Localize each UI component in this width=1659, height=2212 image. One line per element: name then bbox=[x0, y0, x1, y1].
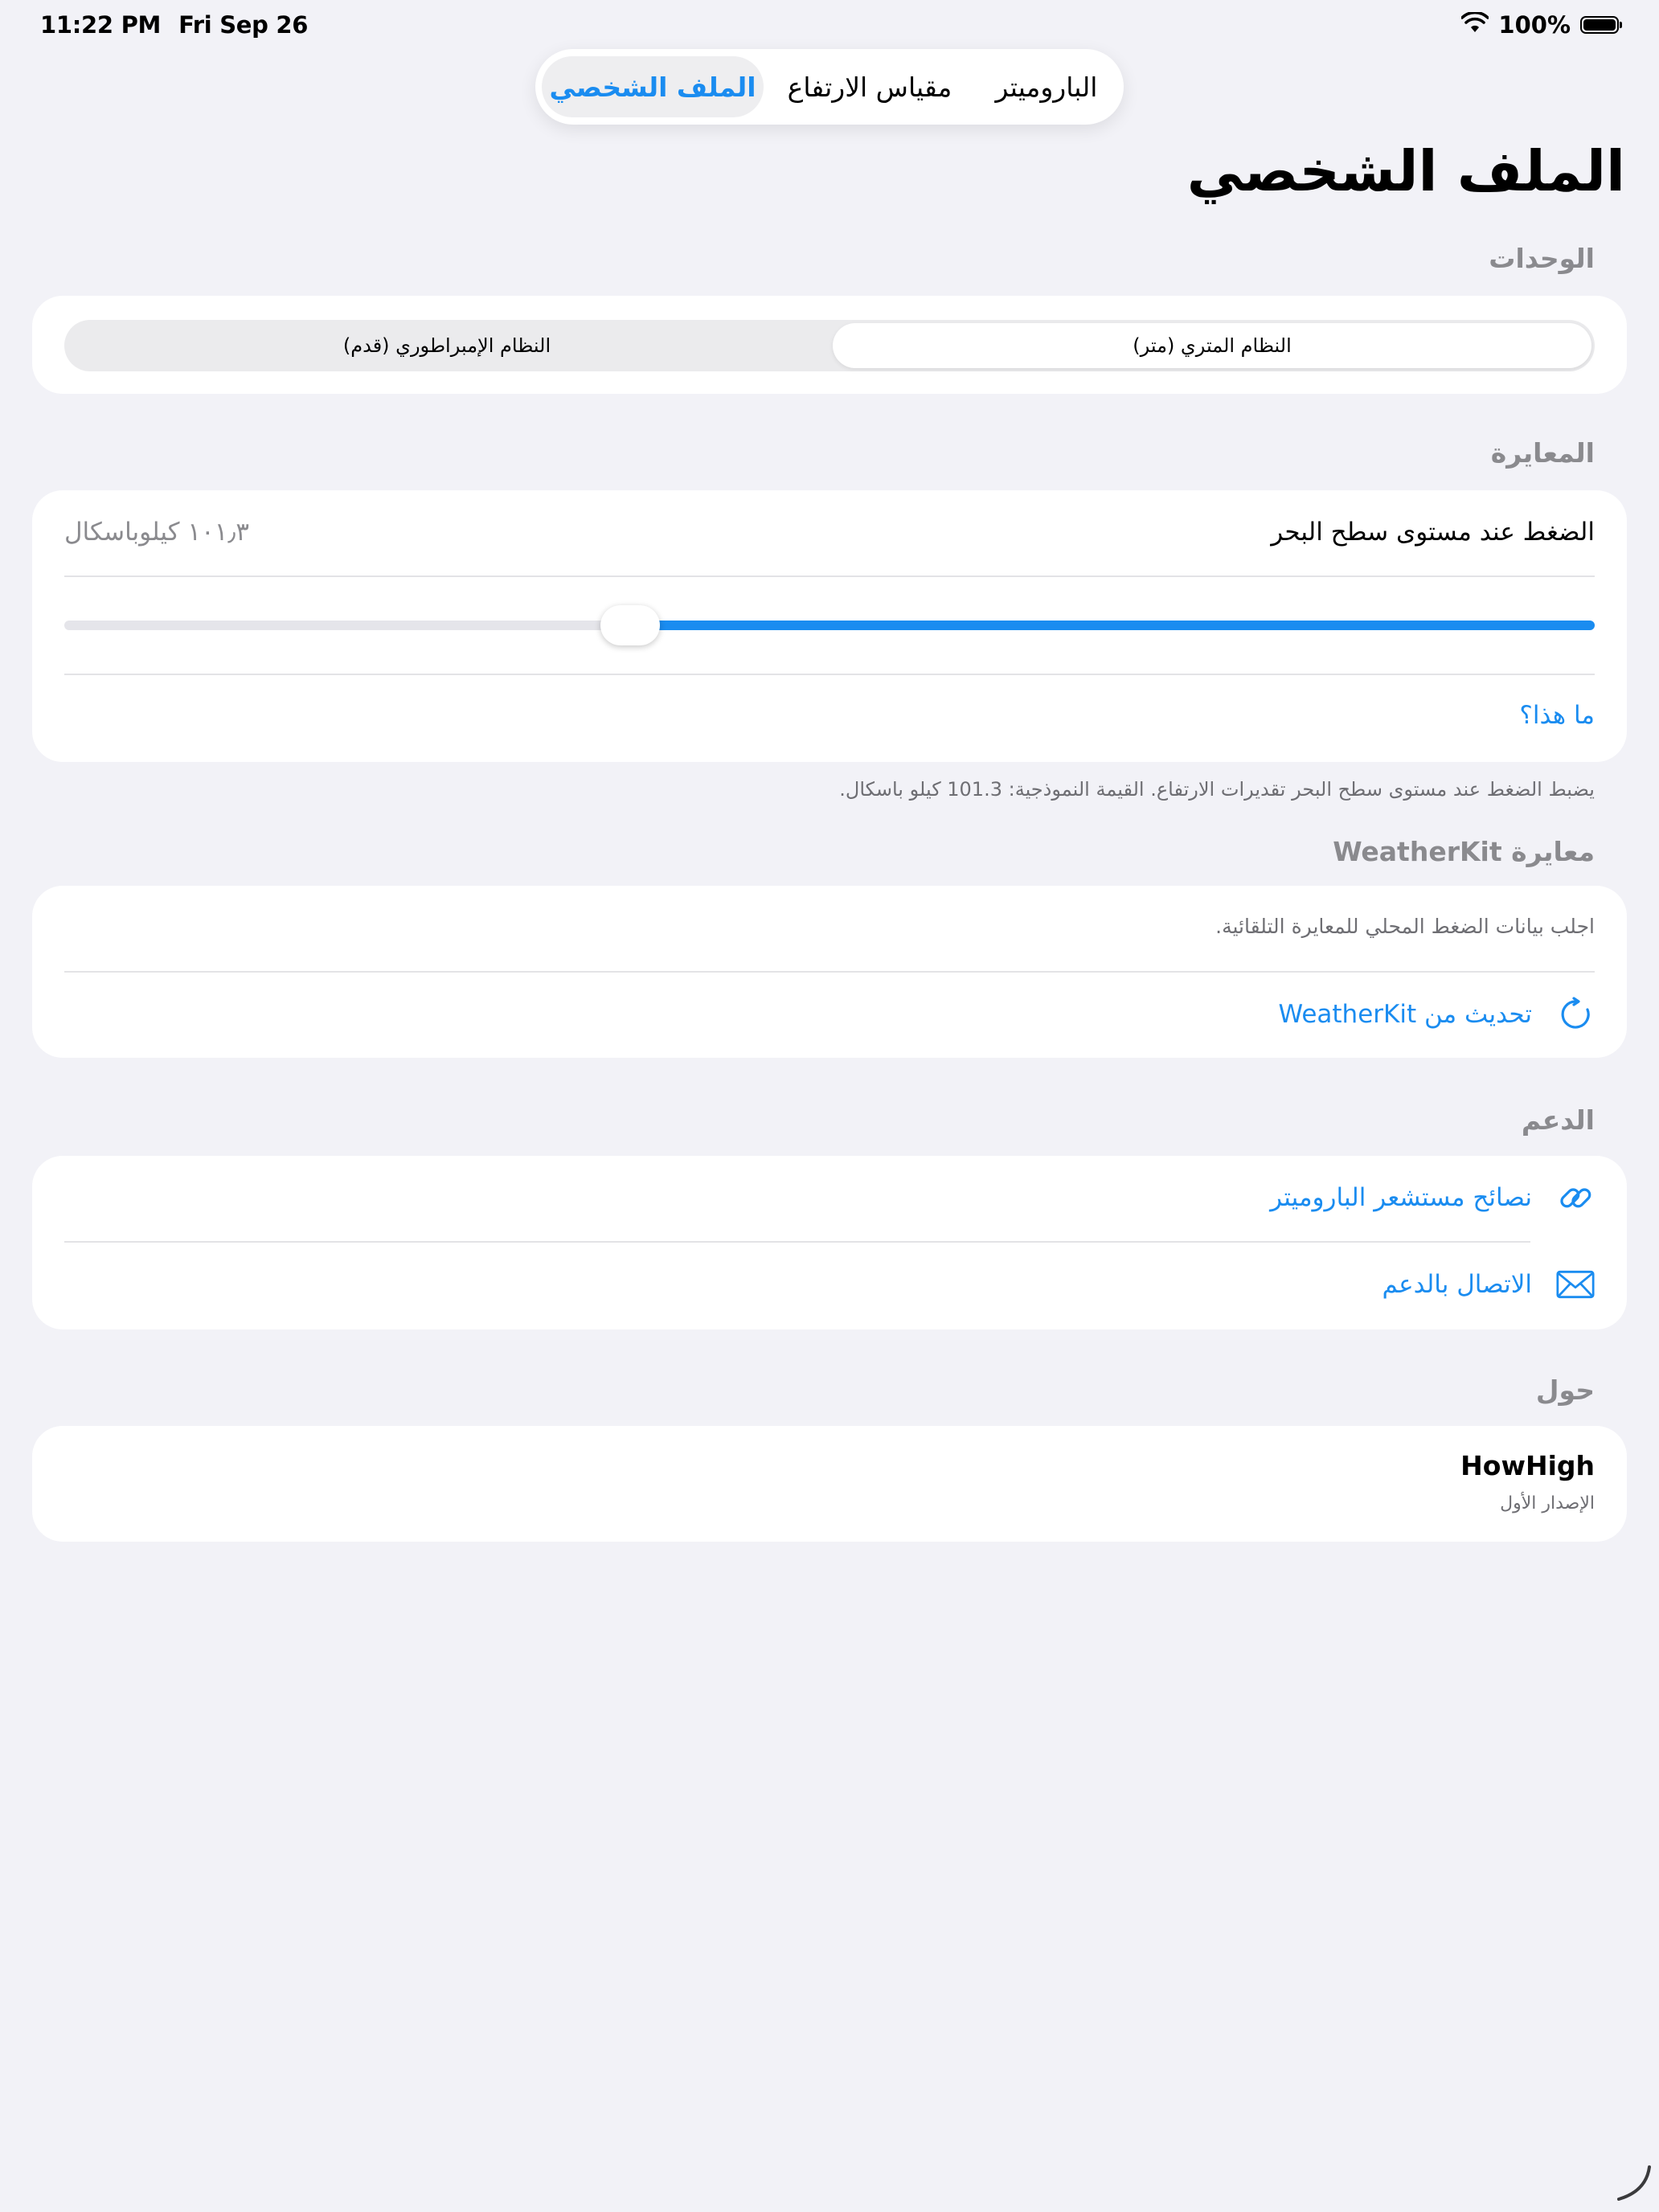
divider bbox=[64, 1241, 1530, 1243]
units-segmented-control: النظام الإمبراطوري (قدم) النظام المتري (… bbox=[64, 320, 1595, 371]
barometer-sensor-tips-link[interactable]: نصائح مستشعر الباروميتر bbox=[1270, 1178, 1595, 1217]
tab-profile[interactable]: الملف الشخصي bbox=[542, 56, 764, 117]
weatherkit-card: اجلب بيانات الضغط المحلي للمعايرة التلقا… bbox=[32, 886, 1627, 1058]
link-icon bbox=[1556, 1178, 1595, 1217]
what-is-this-link[interactable]: ما هذا؟ bbox=[1519, 701, 1595, 730]
segment-metric[interactable]: النظام المتري (متر) bbox=[833, 323, 1591, 368]
about-header: حول bbox=[1535, 1374, 1595, 1406]
envelope-icon bbox=[1556, 1265, 1595, 1304]
update-from-weatherkit-button[interactable]: تحديث من WeatherKit bbox=[1278, 995, 1595, 1034]
status-bar-right: 100% bbox=[1460, 10, 1622, 39]
support-card: نصائح مستشعر الباروميتر الاتصال بالدعم bbox=[32, 1156, 1627, 1329]
divider bbox=[64, 674, 1595, 675]
battery-icon bbox=[1580, 16, 1622, 34]
sea-level-pressure-label: الضغط عند مستوى سطح البحر bbox=[1271, 518, 1595, 547]
tab-switcher: الملف الشخصي مقياس الارتفاع الباروميتر bbox=[535, 49, 1124, 125]
tab-altimeter[interactable]: مقياس الارتفاع bbox=[764, 56, 976, 117]
weatherkit-description: اجلب بيانات الضغط المحلي للمعايرة التلقا… bbox=[1215, 915, 1595, 938]
status-time: 11:22 PM bbox=[40, 11, 162, 39]
slider-fill bbox=[630, 621, 1595, 630]
units-card: النظام الإمبراطوري (قدم) النظام المتري (… bbox=[32, 296, 1627, 394]
tab-barometer[interactable]: الباروميتر bbox=[976, 56, 1117, 117]
battery-percentage: 100% bbox=[1498, 11, 1571, 39]
update-from-weatherkit-label: تحديث من WeatherKit bbox=[1278, 1000, 1532, 1029]
barometer-sensor-tips-label: نصائح مستشعر الباروميتر bbox=[1270, 1183, 1532, 1212]
app-version: الإصدار الأول bbox=[1500, 1493, 1595, 1514]
page-title: الملف الشخصي bbox=[1186, 138, 1626, 204]
about-card: HowHigh الإصدار الأول bbox=[32, 1426, 1627, 1542]
status-bar-left: 11:22 PM Fri Sep 26 bbox=[40, 11, 308, 39]
window-resize-handle[interactable] bbox=[1614, 2164, 1653, 2206]
calibration-footnote: يضبط الضغط عند مستوى سطح البحر تقديرات ا… bbox=[839, 778, 1595, 801]
weatherkit-header: معايرة WeatherKit bbox=[1333, 836, 1595, 867]
status-date: Fri Sep 26 bbox=[178, 11, 309, 39]
divider bbox=[64, 971, 1595, 973]
segment-imperial[interactable]: النظام الإمبراطوري (قدم) bbox=[64, 320, 830, 371]
pressure-slider[interactable] bbox=[64, 605, 1595, 645]
units-header: الوحدات bbox=[1489, 243, 1595, 274]
refresh-icon bbox=[1556, 995, 1595, 1034]
contact-support-link[interactable]: الاتصال بالدعم bbox=[1382, 1265, 1595, 1304]
slider-thumb[interactable] bbox=[600, 605, 661, 645]
wifi-icon bbox=[1460, 10, 1490, 39]
calibration-card: الضغط عند مستوى سطح البحر ١٠١٫٣ كيلوباسك… bbox=[32, 490, 1627, 762]
calibration-header: المعايرة bbox=[1490, 437, 1595, 469]
app-name: HowHigh bbox=[1460, 1450, 1595, 1481]
divider bbox=[64, 576, 1595, 577]
sea-level-pressure-value: ١٠١٫٣ كيلوباسكال bbox=[64, 518, 250, 547]
contact-support-label: الاتصال بالدعم bbox=[1382, 1270, 1532, 1299]
support-header: الدعم bbox=[1521, 1104, 1595, 1136]
